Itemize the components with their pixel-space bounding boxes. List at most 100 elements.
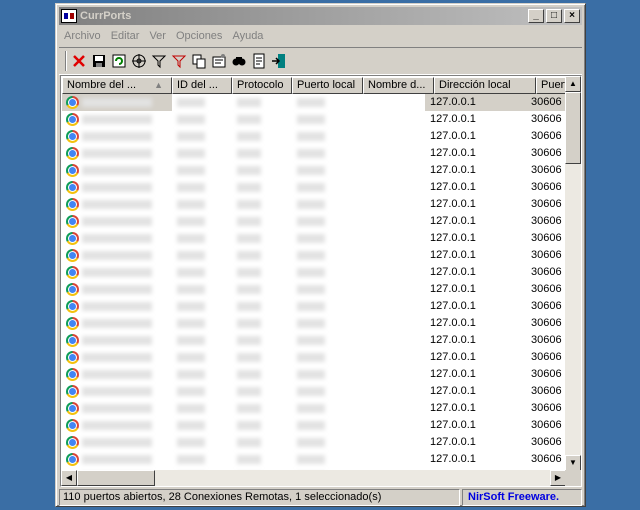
scroll-down-button[interactable]: ▼ bbox=[565, 455, 581, 471]
minimize-button[interactable]: _ bbox=[528, 9, 544, 23]
table-row[interactable]: 127.0.0.130606 bbox=[62, 451, 567, 468]
redacted-value bbox=[177, 131, 205, 141]
close-connection-icon[interactable] bbox=[69, 51, 89, 71]
table-row[interactable]: 127.0.0.130606 bbox=[62, 383, 567, 400]
column-header-local-address[interactable]: Dirección local bbox=[434, 77, 536, 94]
local-address-cell: 127.0.0.1 bbox=[430, 385, 476, 397]
table-row[interactable]: 127.0.0.130606 bbox=[62, 145, 567, 162]
menu-opciones[interactable]: Opciones bbox=[171, 30, 227, 42]
ports-list[interactable]: Nombre del ... ▲ ID del ... Protocolo Pue… bbox=[60, 75, 582, 487]
nirsoft-link[interactable]: NirSoft Freeware. bbox=[462, 489, 582, 506]
properties-icon[interactable] bbox=[209, 51, 229, 71]
table-row[interactable]: 127.0.0.130606 bbox=[62, 128, 567, 145]
local-port-cell bbox=[292, 417, 354, 434]
sort-ascending-icon: ▲ bbox=[154, 80, 163, 90]
find-icon[interactable] bbox=[229, 51, 249, 71]
port-name-cell bbox=[354, 111, 425, 128]
horizontal-scrollbar[interactable]: ◀ ▶ bbox=[61, 470, 566, 486]
table-row[interactable]: 127.0.0.130606 bbox=[62, 417, 567, 434]
redacted-value bbox=[82, 199, 152, 209]
process-id-cell bbox=[172, 196, 232, 213]
maximize-button[interactable]: □ bbox=[546, 9, 562, 23]
port-name-cell bbox=[354, 264, 425, 281]
table-row[interactable]: 127.0.0.130606 bbox=[62, 230, 567, 247]
table-row[interactable]: 127.0.0.130606 bbox=[62, 179, 567, 196]
local-port-cell bbox=[292, 111, 354, 128]
process-name-cell bbox=[62, 145, 172, 162]
process-name-cell bbox=[62, 213, 172, 230]
column-header-port-name[interactable]: Nombre d... bbox=[363, 77, 434, 94]
local-port-cell bbox=[292, 94, 354, 111]
menu-editar[interactable]: Editar bbox=[106, 30, 145, 42]
process-id-cell bbox=[172, 332, 232, 349]
table-row[interactable]: 127.0.0.130606 bbox=[62, 213, 567, 230]
filter-red-icon[interactable] bbox=[169, 51, 189, 71]
redacted-value bbox=[297, 386, 325, 396]
horizontal-scroll-thumb[interactable] bbox=[77, 470, 155, 486]
process-name-cell bbox=[62, 281, 172, 298]
redacted-value bbox=[82, 386, 152, 396]
table-row[interactable]: 127.0.0.130606 bbox=[62, 298, 567, 315]
scroll-up-button[interactable]: ▲ bbox=[565, 76, 581, 92]
scroll-left-button[interactable]: ◀ bbox=[61, 470, 77, 486]
protocol-cell bbox=[232, 179, 292, 196]
port-name-cell bbox=[354, 366, 425, 383]
exit-icon[interactable] bbox=[269, 51, 289, 71]
local-address-cell: 127.0.0.1 bbox=[430, 164, 476, 176]
table-row[interactable]: 127.0.0.130606 bbox=[62, 315, 567, 332]
copy-icon[interactable] bbox=[189, 51, 209, 71]
table-row[interactable]: 127.0.0.130606 bbox=[62, 196, 567, 213]
target-icon[interactable] bbox=[129, 51, 149, 71]
redacted-value bbox=[297, 454, 325, 464]
column-header-protocol[interactable]: Protocolo bbox=[232, 77, 292, 94]
table-row[interactable]: 127.0.0.130606 bbox=[62, 281, 567, 298]
vertical-scrollbar[interactable]: ▲ ▼ bbox=[565, 76, 581, 471]
column-header-process-name[interactable]: Nombre del ... ▲ bbox=[62, 77, 172, 94]
port-name-cell bbox=[354, 383, 425, 400]
column-header-process-id[interactable]: ID del ... bbox=[172, 77, 232, 94]
menu-ver[interactable]: Ver bbox=[144, 30, 171, 42]
column-header-remote-port[interactable]: Puerto bbox=[536, 77, 567, 94]
filter-icon[interactable] bbox=[149, 51, 169, 71]
table-row[interactable]: 127.0.0.130606 bbox=[62, 400, 567, 417]
vertical-scroll-thumb[interactable] bbox=[565, 92, 581, 164]
remote-port-cell: 30606 bbox=[531, 181, 562, 193]
table-row[interactable]: 127.0.0.130606 bbox=[62, 366, 567, 383]
table-row[interactable]: 127.0.0.130606 bbox=[62, 264, 567, 281]
table-row[interactable]: 127.0.0.130606 bbox=[62, 94, 567, 111]
protocol-cell bbox=[232, 298, 292, 315]
process-name-cell bbox=[62, 451, 172, 468]
process-name-cell bbox=[62, 298, 172, 315]
table-row[interactable]: 127.0.0.130606 bbox=[62, 332, 567, 349]
currports-window: CurrPorts _ □ × Archivo Editar Ver Opcio… bbox=[55, 3, 586, 507]
table-row[interactable]: 127.0.0.130606 bbox=[62, 111, 567, 128]
menu-ayuda[interactable]: Ayuda bbox=[227, 30, 268, 42]
table-row[interactable]: 127.0.0.130606 bbox=[62, 247, 567, 264]
refresh-icon[interactable] bbox=[109, 51, 129, 71]
local-address-cell: 127.0.0.1 bbox=[430, 198, 476, 210]
title-bar[interactable]: CurrPorts _ □ × bbox=[59, 7, 582, 25]
column-header-local-port[interactable]: Puerto local bbox=[292, 77, 363, 94]
table-row[interactable]: 127.0.0.130606 bbox=[62, 162, 567, 179]
redacted-value bbox=[177, 267, 205, 277]
menu-archivo[interactable]: Archivo bbox=[59, 30, 106, 42]
save-icon[interactable] bbox=[89, 51, 109, 71]
redacted-value bbox=[82, 233, 152, 243]
local-port-cell bbox=[292, 332, 354, 349]
protocol-cell bbox=[232, 383, 292, 400]
redacted-value bbox=[177, 199, 205, 209]
redacted-value bbox=[82, 403, 152, 413]
redacted-value bbox=[82, 114, 152, 124]
column-label: Nombre d... bbox=[368, 79, 426, 91]
scroll-right-button[interactable]: ▶ bbox=[550, 470, 566, 486]
redacted-value bbox=[177, 369, 205, 379]
port-name-cell bbox=[354, 332, 425, 349]
table-row[interactable]: 127.0.0.130606 bbox=[62, 434, 567, 451]
remote-port-cell: 30606 bbox=[531, 436, 562, 448]
local-address-cell: 127.0.0.1 bbox=[430, 113, 476, 125]
report-icon[interactable] bbox=[249, 51, 269, 71]
redacted-value bbox=[297, 182, 325, 192]
port-name-cell bbox=[354, 128, 425, 145]
close-button[interactable]: × bbox=[564, 9, 580, 23]
table-row[interactable]: 127.0.0.130606 bbox=[62, 349, 567, 366]
